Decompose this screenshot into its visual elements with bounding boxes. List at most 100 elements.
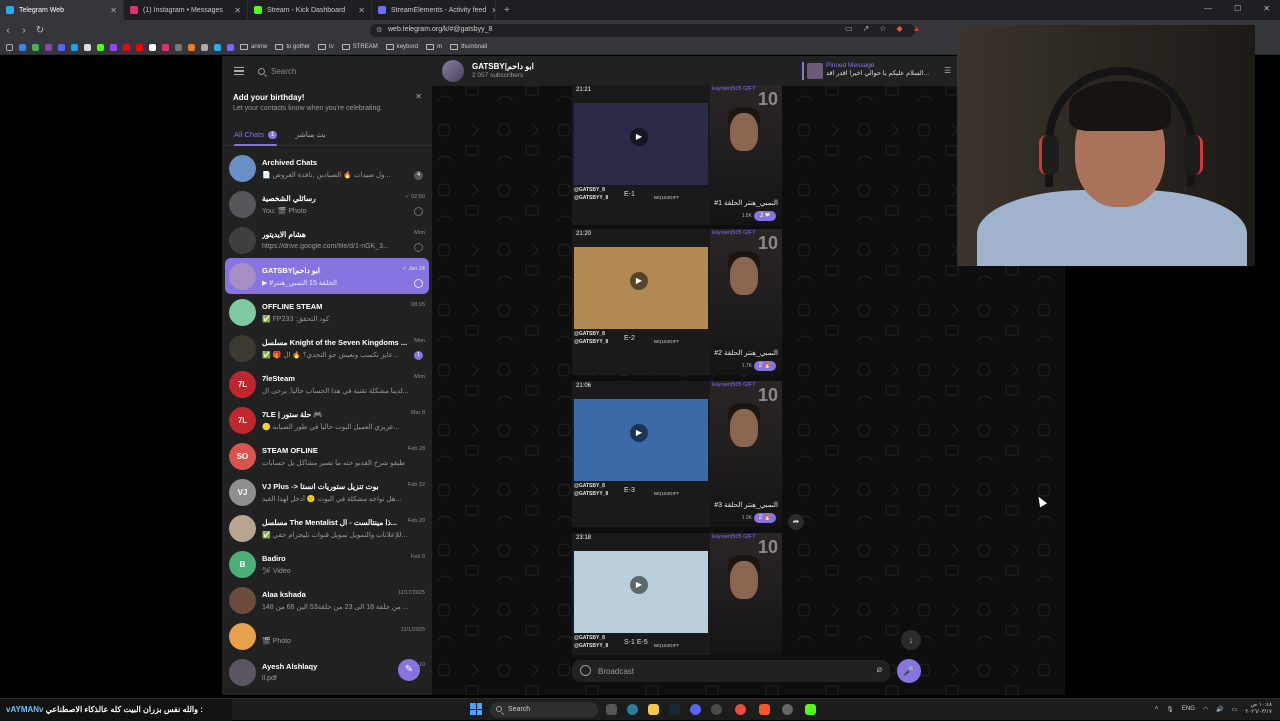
- channel-post[interactable]: 21:20 ▶ @GATSBY_8 @GATSBYY_8 E-2 BK(163GIFT ka…: [572, 229, 782, 375]
- brave-icon[interactable]: [759, 704, 770, 715]
- mic-icon[interactable]: 🎙: [1166, 706, 1174, 713]
- close-icon[interactable]: ✕: [1263, 4, 1270, 13]
- play-icon[interactable]: ▶: [630, 128, 648, 146]
- close-tab-icon[interactable]: ✕: [234, 6, 241, 15]
- browser-tab[interactable]: StreamElements - Activity feed ✕: [372, 0, 496, 20]
- bookmark-icon[interactable]: [227, 43, 234, 51]
- screen-icon[interactable]: ▭: [845, 24, 853, 33]
- obs-icon[interactable]: [711, 704, 722, 715]
- clock[interactable]: ١٠:٤٨ ص ٢٠٢٦/٠٣/١٧: [1245, 702, 1272, 716]
- search-input[interactable]: Search: [258, 67, 296, 76]
- bookmark-folder[interactable]: thumbnail: [450, 44, 487, 50]
- browser-tab[interactable]: Telegram Web ✕: [0, 0, 124, 20]
- menu-icon[interactable]: [234, 67, 244, 75]
- browser-tab[interactable]: (1) Instagram • Messages ✕: [124, 0, 248, 20]
- chat-list-item[interactable]: 11/1/2025 🎬 Photo: [225, 618, 429, 654]
- chat-list-item[interactable]: Archived Chats 📄 ول صيدات 🔥 الصيادين ,ناف…: [225, 150, 429, 186]
- chat-list-item[interactable]: VJ VJ Plus -> بوت تنزيل ستوريات انستا Feb …: [225, 474, 429, 510]
- url-field[interactable]: ⚙ web.telegram.org/k/#@gatsbyy_8: [370, 24, 915, 37]
- attach-icon[interactable]: ⌀: [877, 664, 882, 675]
- chat-list-item[interactable]: 7L 7LE | حلة ستور 🎮 Mar 8 🟡 عزيزي العميل ال…: [225, 402, 429, 438]
- battery-icon[interactable]: ▭: [1232, 706, 1238, 713]
- bookmark-folder[interactable]: to gother: [275, 44, 310, 50]
- reload-icon[interactable]: ↻: [32, 25, 48, 36]
- chat-list-item[interactable]: OFFLINE STEAM 08:05 ✅ FP233 :كود التحقق: [225, 294, 429, 330]
- chat-list-item[interactable]: رسائلي الشخصية ✓ 02:50 You: 🎬 Photo: [225, 186, 429, 222]
- taskbar-search[interactable]: Search: [490, 702, 598, 718]
- tab-all-chats[interactable]: All Chats 1: [234, 124, 278, 146]
- microphone-icon[interactable]: 🎤: [897, 659, 921, 683]
- video-thumbnail[interactable]: 21:20 ▶ @GATSBY_8 @GATSBYY_8 E-2 BK(163GIFT: [572, 229, 710, 375]
- play-icon[interactable]: ▶: [630, 272, 648, 290]
- play-icon[interactable]: ▶: [630, 576, 648, 594]
- reaction-chip[interactable]: 2 🔥: [754, 513, 776, 523]
- app-icon[interactable]: [627, 704, 638, 715]
- discord-icon[interactable]: [690, 704, 701, 715]
- back-icon[interactable]: ‹: [0, 25, 16, 36]
- bookmark-icon[interactable]: [162, 43, 169, 51]
- bookmark-folder[interactable]: anime: [240, 44, 267, 50]
- bookmark-icon[interactable]: [214, 43, 221, 51]
- close-tab-icon[interactable]: ✕: [491, 6, 495, 15]
- broadcast-input[interactable]: [598, 664, 848, 678]
- forward-icon[interactable]: ➦: [788, 514, 804, 530]
- forward-icon[interactable]: ›: [16, 25, 32, 36]
- bookmark-icon[interactable]: [175, 43, 182, 51]
- brave-shield-icon[interactable]: ◆: [896, 24, 902, 33]
- bookmark-icon[interactable]: [110, 43, 117, 51]
- bookmark-icon[interactable]: [97, 43, 104, 51]
- channel-post[interactable]: 21:21 ▶ @GATSBY_8 @GATSBYY_8 E-1 BK(163GIFT ka…: [572, 85, 782, 225]
- bookmark-icon[interactable]: [58, 43, 65, 51]
- chat-list-item[interactable]: مسلسل Knight of the Seven Kingdoms ... Mo…: [225, 330, 429, 366]
- bookmark-icon[interactable]: [201, 43, 208, 51]
- bookmark-icon[interactable]: [45, 43, 52, 51]
- chat-list-item[interactable]: هشام الايديتور Mon https://drive.google.co…: [225, 222, 429, 258]
- bookmark-icon[interactable]: [123, 43, 130, 51]
- reaction-chip[interactable]: 2 🔥: [754, 361, 776, 371]
- chat-list-item[interactable]: Alaa kshada 11/17/2025 من حلقة 18 الى 23 م…: [225, 582, 429, 618]
- bookmark-icon[interactable]: [84, 43, 91, 51]
- chevron-up-icon[interactable]: ˄: [1155, 706, 1159, 712]
- new-tab-icon[interactable]: +: [504, 5, 510, 16]
- windows-start-icon[interactable]: [470, 703, 482, 715]
- pinned-message[interactable]: Pinned Message السلام عليكم يا حوالي اخي…: [802, 62, 952, 80]
- bookmark-folder[interactable]: tv: [318, 44, 334, 50]
- bookmark-icon[interactable]: [149, 43, 156, 51]
- bookmark-folder[interactable]: m: [426, 44, 442, 50]
- app-icon[interactable]: [735, 704, 746, 715]
- new-message-button[interactable]: ✎: [398, 659, 420, 681]
- channel-post[interactable]: 21:06 ▶ @GATSBY_8 @GATSBYY_8 E-3 BK(163GIFT ka…: [572, 381, 782, 527]
- chat-list-item[interactable]: SO STEAM OFLINE Feb 28 طيقو شرح الفديو حته …: [225, 438, 429, 474]
- channel-avatar[interactable]: [442, 60, 464, 82]
- close-tab-icon[interactable]: ✕: [358, 6, 365, 15]
- bookmark-folder[interactable]: STREAM: [341, 44, 378, 50]
- wifi-icon[interactable]: ◠: [1203, 706, 1208, 713]
- bookmark-icon[interactable]: [19, 43, 26, 51]
- scroll-down-icon[interactable]: ↓: [901, 630, 921, 650]
- volume-icon[interactable]: 🔊: [1216, 706, 1223, 713]
- video-thumbnail[interactable]: 23:18 ▶ @GATSBY_8 @GATSBYY_8 S-1 E-5 BK(163GI…: [572, 533, 710, 655]
- video-thumbnail[interactable]: 21:06 ▶ @GATSBY_8 @GATSBYY_8 E-3 BK(163GIFT: [572, 381, 710, 527]
- apps-grid-icon[interactable]: [6, 43, 13, 51]
- rewards-icon[interactable]: ▲: [913, 24, 921, 33]
- bookmark-icon[interactable]: [188, 43, 195, 51]
- bookmark-folder[interactable]: keybord: [385, 44, 418, 50]
- file-explorer-icon[interactable]: [648, 704, 659, 715]
- language-indicator[interactable]: ENG: [1182, 706, 1195, 712]
- browser-tab[interactable]: Stream - Kick Dashboard ✕: [248, 0, 372, 20]
- bookmark-star-icon[interactable]: ☆: [879, 24, 886, 33]
- steam-icon[interactable]: [669, 704, 680, 715]
- kick-icon[interactable]: [805, 704, 816, 715]
- task-view-icon[interactable]: [606, 704, 617, 715]
- minimize-icon[interactable]: —: [1204, 4, 1212, 13]
- reaction-chip[interactable]: 2 ❤: [754, 211, 776, 221]
- channel-post[interactable]: 23:18 ▶ @GATSBY_8 @GATSBYY_8 S-1 E-5 BK(163GI…: [572, 533, 782, 655]
- bookmark-icon[interactable]: [136, 43, 143, 51]
- play-icon[interactable]: ▶: [630, 424, 648, 442]
- chat-list-item[interactable]: 7L 7leSteam Mon لدينا مشكلة تقنية في هذا ال…: [225, 366, 429, 402]
- chat-list-item[interactable]: مسلسل The Mentalist ذا مينتالست - ال... F…: [225, 510, 429, 546]
- tab-live-stream[interactable]: بث مباشر: [295, 124, 326, 146]
- pinned-list-icon[interactable]: ☰: [944, 66, 951, 75]
- site-info-icon[interactable]: ⚙: [376, 26, 382, 34]
- close-tab-icon[interactable]: ✕: [110, 6, 117, 15]
